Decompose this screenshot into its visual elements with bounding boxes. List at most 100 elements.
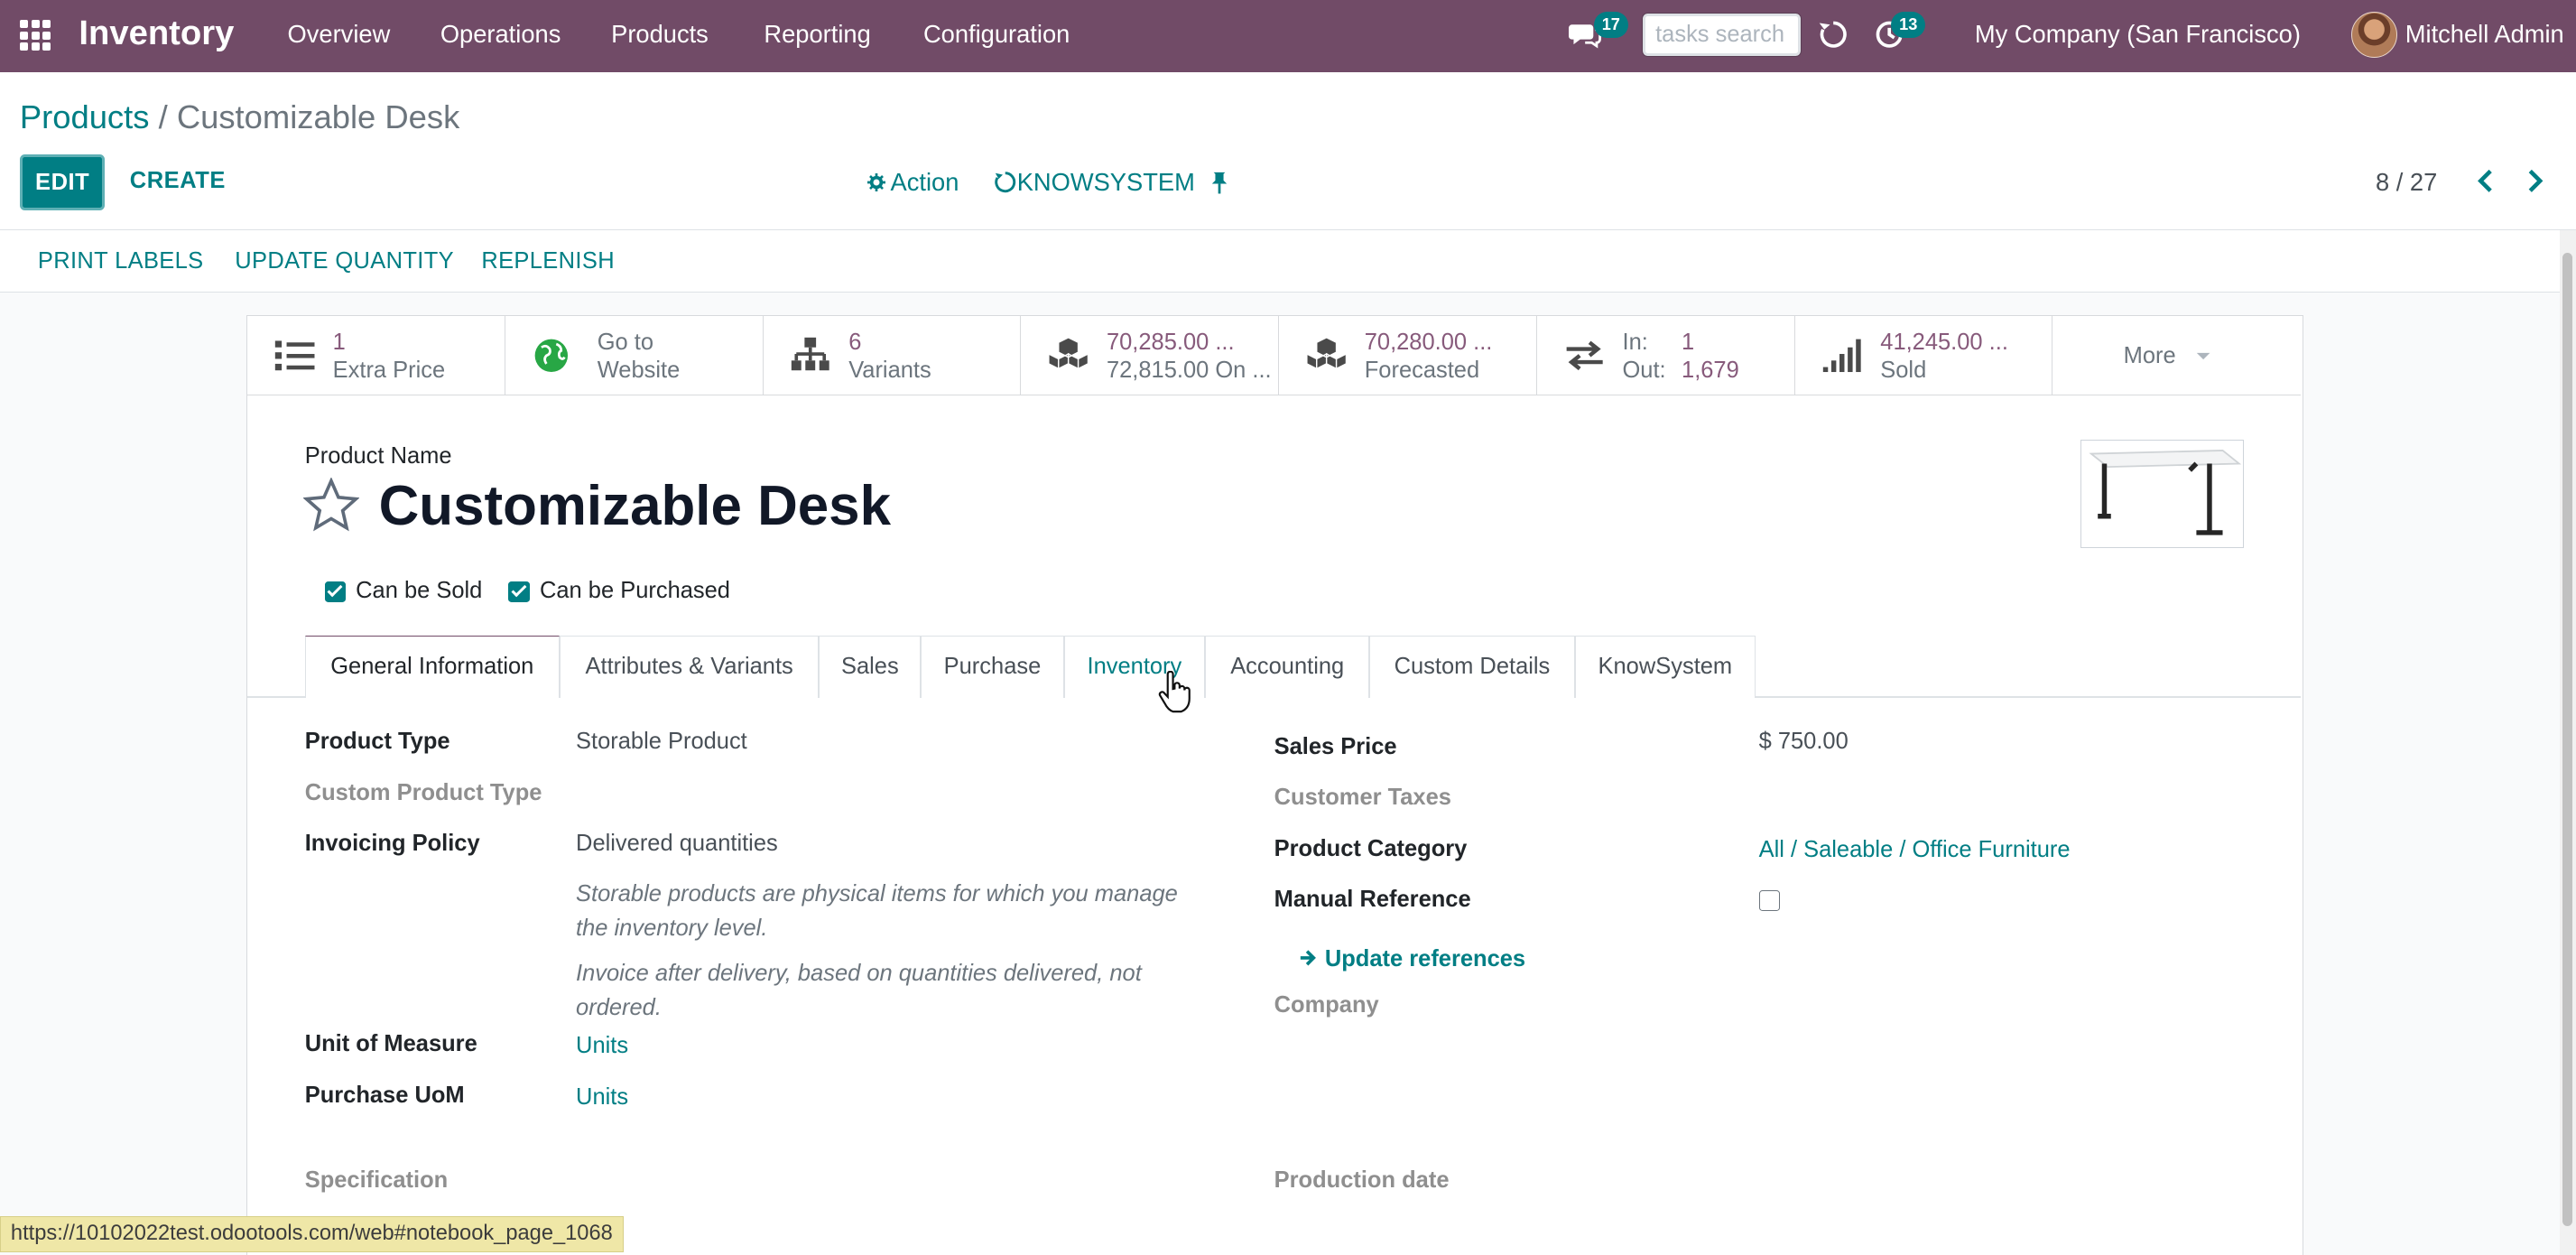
signal-icon: [1822, 339, 1861, 373]
edit-button[interactable]: EDIT: [19, 154, 106, 210]
tab-purchase[interactable]: Purchase: [921, 635, 1064, 698]
pin-icon[interactable]: [1210, 171, 1228, 194]
exchange-icon: [1566, 340, 1603, 371]
create-button[interactable]: CREATE: [130, 168, 226, 194]
tab-sales[interactable]: Sales: [819, 635, 922, 698]
smart-label: Extra Price: [332, 357, 446, 383]
pager-next-icon[interactable]: [2524, 166, 2546, 196]
menu-operations[interactable]: Operations: [440, 20, 561, 49]
product-name-label: Product Name: [304, 442, 452, 469]
smart-label: Variants: [848, 357, 931, 383]
can-be-sold-checkbox[interactable]: [324, 581, 347, 603]
tab-accounting[interactable]: Accounting: [1205, 635, 1370, 698]
customer-taxes-label: Customer Taxes: [1274, 785, 1451, 811]
menu-configuration[interactable]: Configuration: [923, 20, 1070, 49]
knowsystem-label: KNOWSYSTEM: [1016, 167, 1195, 196]
purchase-uom-value[interactable]: Units: [576, 1084, 628, 1111]
favorite-star-icon[interactable]: [302, 477, 359, 534]
tab-custom-details[interactable]: Custom Details: [1369, 635, 1575, 698]
smart-label: Sold: [1880, 357, 1927, 383]
tab-general-information[interactable]: General Information: [304, 635, 560, 698]
app-brand[interactable]: Inventory: [79, 14, 234, 53]
sales-price-label: Sales Price: [1274, 733, 1397, 759]
action-dropdown[interactable]: Action: [867, 168, 959, 197]
knowsystem-button[interactable]: KNOWSYSTEM: [994, 168, 1195, 197]
sales-price-value[interactable]: $ 750.00: [1759, 729, 1849, 755]
apps-menu-icon[interactable]: [19, 19, 51, 51]
messages-badge: 17: [1593, 11, 1629, 38]
cubes-icon: [1306, 337, 1348, 370]
user-menu[interactable]: Mitchell Admin: [2405, 20, 2564, 49]
gear-icon: [867, 172, 886, 191]
smart-out-value: 1,679: [1682, 357, 1739, 383]
menu-overview[interactable]: Overview: [288, 20, 391, 49]
unit-of-measure-value[interactable]: Units: [576, 1033, 628, 1059]
invoicing-policy-value[interactable]: Delivered quantities: [576, 831, 778, 857]
knowsystem-icon: [995, 172, 1016, 193]
smart-in-label: In:: [1622, 330, 1648, 356]
tab-knowsystem[interactable]: KnowSystem: [1574, 635, 1756, 698]
smart-in-value: 1: [1682, 330, 1695, 356]
product-category-value[interactable]: All / Saleable / Office Furniture: [1759, 837, 2071, 863]
smart-button-extra-price[interactable]: 1 Extra Price: [247, 316, 505, 395]
smart-button-on-hand[interactable]: 70,285.00 ... 72,815.00 On ...: [1021, 316, 1280, 395]
sitemap-icon: [791, 338, 829, 371]
update-references-button[interactable]: Update references: [1299, 946, 1525, 972]
custom-product-type-label: Custom Product Type: [304, 779, 542, 805]
control-panel: Products / Customizable Desk EDIT CREATE…: [0, 72, 2576, 230]
replenish-button[interactable]: REPLENISH: [481, 248, 615, 274]
can-be-purchased-checkbox[interactable]: [508, 581, 531, 603]
form-statusbar: PRINT LABELS UPDATE QUANTITY REPLENISH: [0, 229, 2576, 293]
smart-button-forecasted[interactable]: 70,280.00 ... Forecasted: [1279, 316, 1537, 395]
manual-reference-checkbox[interactable]: [1758, 889, 1781, 912]
page-scrollbar[interactable]: [2559, 229, 2576, 1255]
smart-buttons-row: 1 Extra Price Go to Website 6 Variants 7…: [247, 316, 2302, 395]
user-avatar[interactable]: [2350, 11, 2397, 58]
scrollbar-thumb[interactable]: [2562, 253, 2573, 1226]
update-references-label: Update references: [1324, 945, 1526, 971]
smart-out-label: Out:: [1622, 357, 1666, 383]
print-labels-button[interactable]: PRINT LABELS: [38, 248, 204, 274]
company-label: Company: [1274, 991, 1379, 1018]
hand-cursor-icon: [1159, 670, 1191, 712]
more-smart-buttons[interactable]: More: [2124, 343, 2212, 369]
breadcrumb-separator: /: [158, 98, 168, 136]
breadcrumb: Products / Customizable Desk: [20, 98, 459, 136]
product-name-title[interactable]: Customizable Desk: [379, 474, 891, 538]
caret-down-icon: [2197, 353, 2210, 360]
refresh-icon[interactable]: [1817, 18, 1849, 51]
smart-label: Website: [597, 357, 681, 383]
activities-badge: 13: [1891, 11, 1926, 38]
update-quantity-button[interactable]: UPDATE QUANTITY: [235, 248, 454, 274]
cubes-icon: [1048, 337, 1089, 370]
breadcrumb-products[interactable]: Products: [20, 98, 150, 135]
smart-button-variants[interactable]: 6 Variants: [764, 316, 1022, 395]
company-switcher[interactable]: My Company (San Francisco): [1975, 20, 2301, 49]
product-type-help-line1: Storable products are physical items for…: [576, 881, 1178, 907]
product-category-label: Product Category: [1274, 835, 1468, 861]
product-type-value[interactable]: Storable Product: [576, 729, 747, 755]
link-preview-status: https://10102022test.odootools.com/web#n…: [0, 1215, 624, 1252]
smart-button-go-to-website[interactable]: Go to Website: [505, 316, 764, 395]
smart-button-in-out[interactable]: In: 1 Out: 1,679: [1537, 316, 1795, 395]
product-image[interactable]: [2080, 439, 2244, 549]
tab-attributes-variants[interactable]: Attributes & Variants: [559, 635, 820, 698]
pager-value[interactable]: 8 / 27: [2376, 168, 2437, 197]
menu-reporting[interactable]: Reporting: [764, 20, 870, 49]
smart-value: 70,280.00 ...: [1364, 330, 1493, 356]
can-be-purchased-label: Can be Purchased: [540, 577, 730, 603]
arrow-right-icon: [1300, 949, 1316, 966]
menu-products[interactable]: Products: [611, 20, 709, 49]
pager-previous-icon[interactable]: [2474, 166, 2497, 196]
smart-value: Go to: [597, 330, 653, 356]
breadcrumb-current: Customizable Desk: [176, 98, 460, 136]
tasks-search-input[interactable]: [1642, 12, 1802, 57]
smart-value: 70,285.00 ...: [1106, 330, 1235, 356]
product-type-label: Product Type: [304, 729, 450, 755]
purchase-uom-label: Purchase UoM: [304, 1082, 465, 1108]
smart-button-sold[interactable]: 41,245.00 ... Sold: [1795, 316, 2053, 395]
product-type-help-line2: the inventory level.: [576, 916, 768, 942]
form-sheet: 1 Extra Price Go to Website 6 Variants 7…: [246, 315, 2303, 1255]
smart-value: 6: [848, 330, 862, 356]
action-label: Action: [890, 167, 959, 196]
